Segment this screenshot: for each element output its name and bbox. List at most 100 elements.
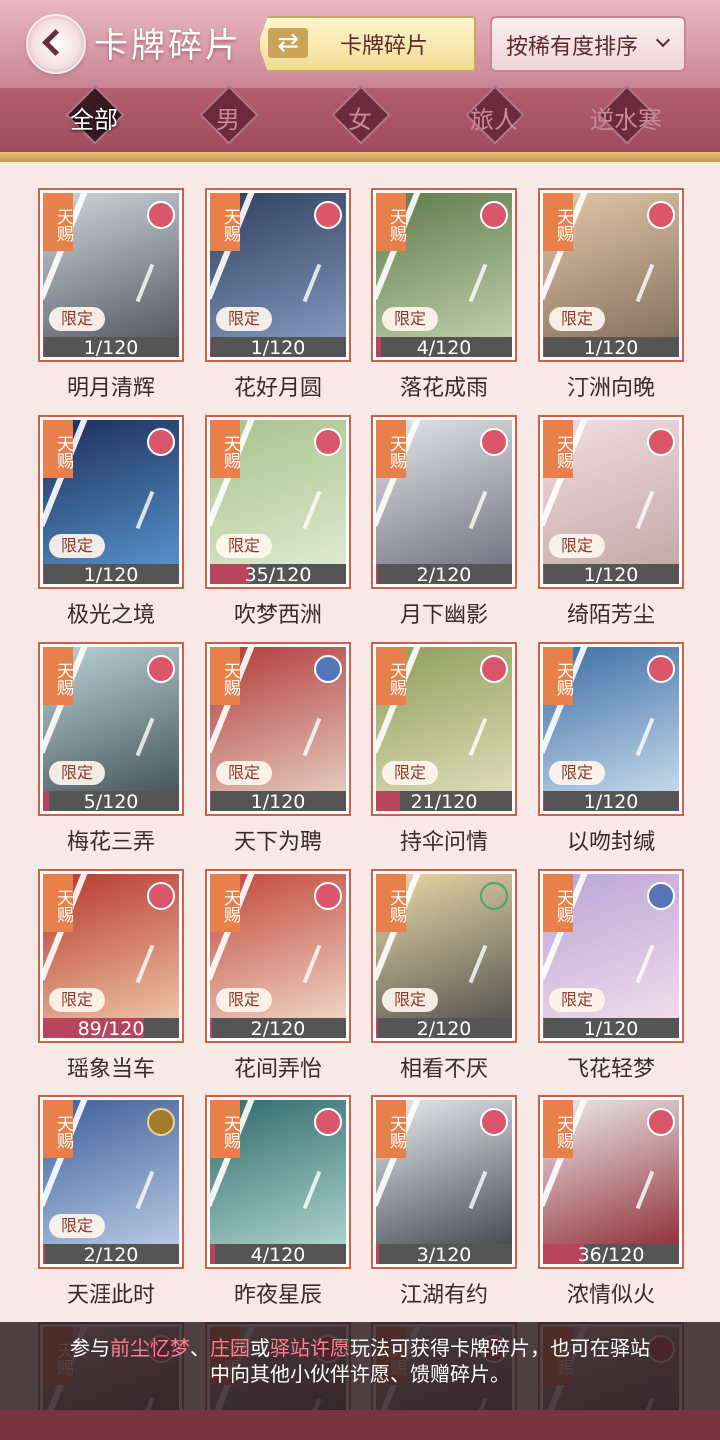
card-frame: 天赐 限定 35/120 [205,415,351,589]
fragment-progress-bar: 2/120 [210,1018,346,1038]
plum-blossom-icon [647,428,675,456]
plum-blossom-icon [147,201,175,229]
card-illustration: 天赐 限定 21/120 [376,647,512,811]
fragment-progress-bar: 1/120 [43,337,179,357]
card-illustration: 天赐 限定 1/120 [543,647,679,811]
fragment-progress-bar: 1/120 [543,1018,679,1038]
card-frame: 天赐 限定 2/120 [205,869,351,1043]
fragment-progress-bar: 1/120 [210,791,346,811]
bottom-bar [0,1410,720,1440]
fragment-card[interactable]: 天赐 36/120 浓情似火 [538,1095,684,1308]
card-name: 飞花轻梦 [566,1057,655,1082]
fragment-card[interactable]: 天赐 限定 35/120 吹梦西洲 [205,415,351,628]
card-illustration: 天赐 2/120 [376,420,512,584]
back-button[interactable] [26,14,86,74]
fragment-card[interactable]: 天赐限定 1/120 汀洲向晚 [538,188,684,401]
card-frame: 天赐 36/120 [538,1095,684,1269]
card-name: 昨夜星辰 [233,1283,322,1308]
chevron-left-icon [42,29,69,56]
tab-traveler[interactable]: 旅人 [444,85,544,150]
tab-all[interactable]: 全部 [44,85,144,150]
card-illustration: 天赐 限定 5/120 [43,647,179,811]
bestowed-tag: 天赐 [210,1100,240,1158]
notice-text: 、 [190,1336,210,1360]
tab-label: 男 [216,106,240,134]
fragment-card[interactable]: 天赐 限定 2/120 天涯此时 [38,1095,184,1308]
progress-count: 1/120 [83,337,139,357]
card-name: 天涯此时 [66,1283,155,1308]
card-name: 极光之境 [66,603,155,628]
progress-count: 1/120 [250,337,306,357]
fragment-card[interactable]: 天赐 限定 1/120 以吻封缄 [538,642,684,855]
card-illustration: 天赐 限定 1/120 [543,874,679,1038]
bestowed-tag: 天赐 [543,1100,573,1158]
info-notice: 参与前尘忆梦、庄园或驿站许愿玩法可获得卡牌碎片，也可在驿站 中向其他小伙伴许愿、… [0,1322,720,1410]
card-frame: 天赐 限定 1/120 [205,642,351,816]
sort-dropdown[interactable]: 按稀有度排序 [490,16,686,72]
progress-count: 2/120 [416,1018,472,1038]
plum-blossom-icon [314,428,342,456]
card-grid: 天赐 限定 1/120 明月清辉 天赐 限定 1/120 花好月圆 天赐 限定 4/120 落花成雨天… [0,170,720,1410]
limited-badge: 限定 [549,534,605,558]
fragment-card[interactable]: 天赐 限定 1/120 绮陌芳尘 [538,415,684,628]
fragment-card[interactable]: 天赐 限定 4/120 落花成雨 [371,188,517,401]
plum-blossom-icon [480,1108,508,1136]
limited-badge: 限定 [382,988,438,1012]
limited-badge: 限定 [49,988,105,1012]
link-station-wish[interactable]: 驿站许愿 [270,1336,350,1360]
fragment-card[interactable]: 天赐 限定 1/120 天下为聘 [205,642,351,855]
fragment-card[interactable]: 天赐 限定 1/120 明月清辉 [38,188,184,401]
fragment-card[interactable]: 天赐 4/120 昨夜星辰 [205,1095,351,1308]
limited-badge: 限定 [49,1214,105,1238]
card-name: 瑶象当车 [66,1057,155,1082]
fragment-card[interactable]: 天赐 限定 1/120 极光之境 [38,415,184,628]
fragment-card[interactable]: 天赐 限定 5/120 梅花三弄 [38,642,184,855]
plum-blossom-icon [647,201,675,229]
limited-badge: 限定 [549,307,605,331]
bestowed-tag: 天赐 [43,193,73,251]
fragment-progress-bar: 4/120 [376,337,512,357]
plum-blossom-icon [314,201,342,229]
sort-label: 按稀有度排序 [506,35,639,60]
card-name: 以吻封缄 [566,830,655,855]
fragment-card[interactable]: 天赐 限定 2/120 花间弄怡 [205,869,351,1082]
card-frame: 天赐 3/120 [371,1095,517,1269]
fragment-progress-bar: 35/120 [210,564,346,584]
notice-text: 或 [250,1336,270,1360]
notice-text: 参与 [70,1336,110,1360]
progress-count: 1/120 [83,564,139,584]
fragment-card[interactable]: 天赐 限定 21/120 持伞问情 [371,642,517,855]
card-name: 持伞问情 [399,830,488,855]
link-manor[interactable]: 庄园 [210,1336,250,1360]
card-name: 天下为聘 [233,830,322,855]
category-tabs: 全部 男 女 旅人 逆水寒 [0,85,720,160]
fragment-card[interactable]: 天赐 3/120 江湖有约 [371,1095,517,1308]
fragment-card[interactable]: 天赐 限定 89/120 瑶象当车 [38,869,184,1082]
card-name: 花间弄怡 [233,1057,322,1082]
tab-nishuihan[interactable]: 逆水寒 [576,85,676,150]
progress-count: 1/120 [583,337,639,357]
bestowed-tag: 天赐 [376,647,406,705]
plum-blossom-icon [647,655,675,683]
progress-count: 21/120 [410,791,478,811]
card-frame: 天赐限定 1/120 [538,188,684,362]
card-illustration: 天赐 3/120 [376,1100,512,1264]
card-name: 梅花三弄 [66,830,155,855]
fragment-card[interactable]: 天赐 限定 2/120 相看不厌 [371,869,517,1082]
card-illustration: 天赐 4/120 [210,1100,346,1264]
tab-label: 女 [348,106,372,134]
link-memory-dream[interactable]: 前尘忆梦 [110,1336,190,1360]
bestowed-tag: 天赐 [543,420,573,478]
bestowed-tag: 天赐 [543,193,573,251]
fragment-card[interactable]: 天赐 限定 1/120 飞花轻梦 [538,869,684,1082]
notice-text: 玩法可获得卡牌碎片，也可在驿站 [350,1336,650,1360]
fragment-card[interactable]: 天赐 限定 1/120 花好月圆 [205,188,351,401]
bestowed-tag: 天赐 [43,420,73,478]
tab-female[interactable]: 女 [310,85,410,150]
card-type-switch-button[interactable]: ⇄ 卡牌碎片 [258,16,476,72]
tab-male[interactable]: 男 [178,85,278,150]
card-name: 汀洲向晚 [566,376,655,401]
tab-label: 全部 [70,106,118,134]
card-frame: 天赐 限定 89/120 [38,869,184,1043]
fragment-card[interactable]: 天赐 2/120 月下幽影 [371,415,517,628]
